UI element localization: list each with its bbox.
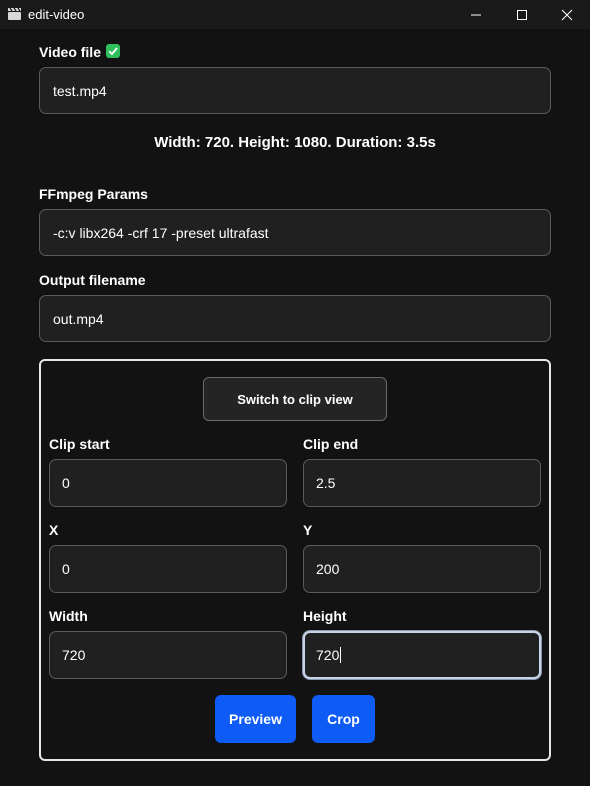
video-file-label: Video file bbox=[39, 44, 101, 60]
close-icon bbox=[561, 9, 573, 20]
clip-start-label: Clip start bbox=[49, 436, 110, 452]
window-title: edit-video bbox=[28, 7, 85, 22]
close-button[interactable] bbox=[544, 0, 590, 29]
crop-button[interactable]: Crop bbox=[312, 695, 375, 743]
y-input[interactable]: 200 bbox=[303, 545, 541, 593]
maximize-icon bbox=[517, 9, 527, 20]
check-icon bbox=[106, 44, 120, 58]
height-input[interactable]: 720 bbox=[303, 631, 541, 679]
minimize-button[interactable] bbox=[453, 0, 499, 29]
ffmpeg-params-input[interactable]: -c:v libx264 -crf 17 -preset ultrafast bbox=[39, 209, 551, 256]
clip-start-input[interactable]: 0 bbox=[49, 459, 287, 507]
clip-end-label: Clip end bbox=[303, 436, 359, 452]
preview-button[interactable]: Preview bbox=[215, 695, 296, 743]
maximize-button[interactable] bbox=[499, 0, 545, 29]
y-label: Y bbox=[303, 522, 313, 538]
ffmpeg-params-label: FFmpeg Params bbox=[39, 186, 148, 202]
video-file-input[interactable]: test.mp4 bbox=[39, 67, 551, 114]
text-caret bbox=[340, 647, 342, 663]
switch-to-clip-view-button[interactable]: Switch to clip view bbox=[203, 377, 387, 421]
width-input[interactable]: 720 bbox=[49, 631, 287, 679]
height-label: Height bbox=[303, 608, 347, 624]
clapperboard-icon bbox=[8, 7, 21, 20]
width-label: Width bbox=[49, 608, 88, 624]
x-input[interactable]: 0 bbox=[49, 545, 287, 593]
x-label: X bbox=[49, 522, 59, 538]
output-filename-label: Output filename bbox=[39, 272, 146, 288]
video-info-text: Width: 720. Height: 1080. Duration: 3.5s bbox=[154, 134, 436, 151]
output-filename-input[interactable]: out.mp4 bbox=[39, 295, 551, 342]
clip-end-input[interactable]: 2.5 bbox=[303, 459, 541, 507]
minimize-icon bbox=[471, 14, 481, 15]
title-bar: edit-video bbox=[0, 0, 590, 29]
height-input-value: 720 bbox=[316, 647, 340, 663]
